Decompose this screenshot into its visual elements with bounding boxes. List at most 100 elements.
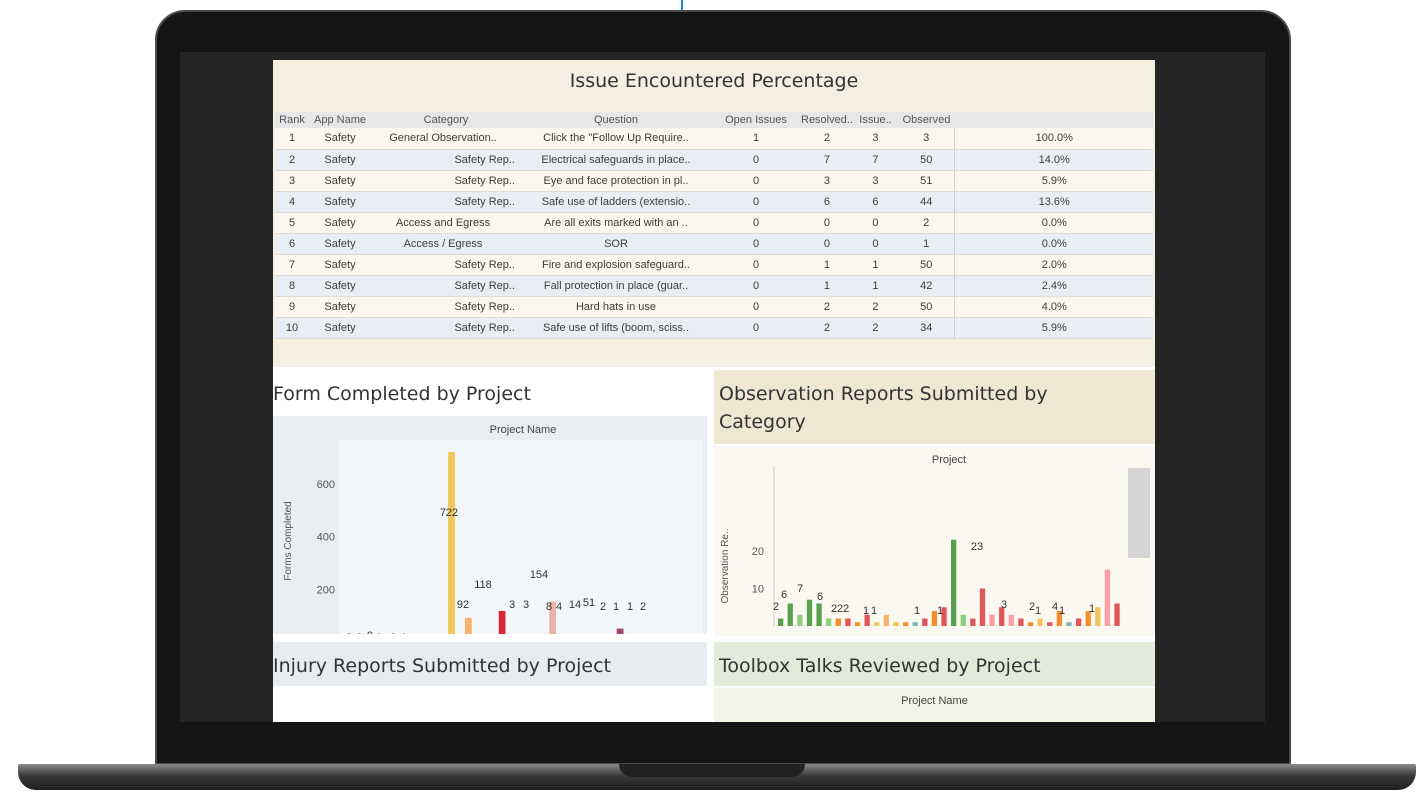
column-header[interactable]: Question xyxy=(521,112,711,128)
bar[interactable] xyxy=(845,618,851,627)
bar[interactable] xyxy=(902,622,909,626)
table-cell-category: Safety Rep.. xyxy=(371,275,521,297)
table-row[interactable]: 2 Safety Safety Rep.. Electrical safeguards… xyxy=(275,149,1153,171)
table-cell-question: Are all exits marked with an .. xyxy=(521,212,711,234)
data-label: 92 xyxy=(457,599,469,611)
column-header[interactable]: Observed xyxy=(897,112,955,128)
bar[interactable] xyxy=(1075,618,1082,627)
y-tick-label: 200 xyxy=(317,584,335,596)
column-header[interactable]: Open Issues xyxy=(711,112,801,128)
column-header[interactable]: Rank xyxy=(275,112,309,128)
data-label: 4 xyxy=(556,601,562,613)
table-row[interactable]: 6 Safety Access / Egress SOR 0 0 0 1 0.0% xyxy=(275,233,1153,255)
bar[interactable] xyxy=(616,628,624,634)
column-header[interactable] xyxy=(954,112,1153,128)
bar[interactable] xyxy=(1095,607,1101,626)
table-cell-observed: 50 xyxy=(897,149,955,171)
data-label: 2 xyxy=(773,601,779,613)
table-cell-pct: 14.0% xyxy=(954,149,1153,171)
y-axis-label: Forms Completed xyxy=(283,501,294,580)
laptop-notch xyxy=(619,764,805,777)
table-cell-category: Safety Rep.. xyxy=(371,254,521,276)
table-cell-rank: 9 xyxy=(275,296,309,318)
table-cell-pct: 2.0% xyxy=(954,254,1153,276)
y-axis-label: Observation Re.. xyxy=(720,528,731,603)
table-cell-issue: 1 xyxy=(852,275,898,297)
bar[interactable] xyxy=(874,622,880,626)
bar[interactable] xyxy=(922,618,928,627)
observation-chart: 1020Observation Re..26762221111233214111… xyxy=(720,466,1120,636)
table-row[interactable]: 10 Safety Safety Rep.. Safe use of lifts (b… xyxy=(275,317,1153,339)
column-header[interactable]: Category xyxy=(371,112,521,128)
table-cell-open: 0 xyxy=(711,296,801,318)
issue-panel: Issue Encountered Percentage Rank App Nam… xyxy=(273,60,1155,367)
table-row[interactable]: 4 Safety Safety Rep.. Safe use of ladders (… xyxy=(275,191,1153,213)
column-header[interactable]: Issue.. xyxy=(852,112,898,128)
table-cell-rank: 5 xyxy=(275,212,309,234)
bar[interactable] xyxy=(465,617,472,634)
data-label: 2 xyxy=(640,601,646,613)
bar[interactable] xyxy=(1114,603,1120,627)
y-tick-label: 10 xyxy=(752,584,764,596)
table-row[interactable]: 8 Safety Safety Rep.. Fall protection in pl… xyxy=(275,275,1153,297)
data-label: 9 xyxy=(367,630,373,634)
table-cell-issue: 7 xyxy=(852,149,898,171)
table-cell-category: Safety Rep.. xyxy=(371,149,521,171)
table-cell-pct: 0.0% xyxy=(954,212,1153,234)
bar[interactable] xyxy=(797,614,803,626)
table-row[interactable]: 3 Safety Safety Rep.. Eye and face protecti… xyxy=(275,170,1153,192)
column-header[interactable]: App Name xyxy=(309,112,371,128)
table-cell-rank: 2 xyxy=(275,149,309,171)
table-row[interactable]: 9 Safety Safety Rep.. Hard hats in use 0 2 2 50… xyxy=(275,296,1153,318)
table-cell-observed: 51 xyxy=(897,170,955,192)
data-label: 1 xyxy=(401,632,407,634)
table-cell-app: Safety xyxy=(309,233,371,255)
table-row[interactable]: 1 Safety General Observation.. Click the "F… xyxy=(275,128,1153,150)
table-cell-issue: 2 xyxy=(852,317,898,339)
table-cell-issue: 3 xyxy=(852,170,898,192)
bar[interactable] xyxy=(893,622,899,626)
bar[interactable] xyxy=(1018,618,1024,627)
bar[interactable] xyxy=(1008,614,1014,626)
bar[interactable] xyxy=(778,618,784,627)
table-cell-app: Safety xyxy=(309,296,371,318)
bar[interactable] xyxy=(1047,622,1053,626)
data-label: 6 xyxy=(781,589,787,601)
bar[interactable] xyxy=(787,603,793,627)
data-label: 1 xyxy=(1059,605,1065,617)
data-label: 2 xyxy=(843,603,849,615)
bar[interactable] xyxy=(1037,618,1043,627)
bar[interactable] xyxy=(979,588,986,627)
bar[interactable] xyxy=(912,622,918,626)
bar[interactable] xyxy=(989,614,995,626)
data-label: 1 xyxy=(914,605,920,617)
bar[interactable] xyxy=(960,614,966,626)
bar[interactable] xyxy=(835,618,841,627)
bar[interactable] xyxy=(498,610,506,634)
table-cell-resolved: 0 xyxy=(801,233,853,255)
table-row[interactable]: 7 Safety Safety Rep.. Fire and explosion sa… xyxy=(275,254,1153,276)
bar[interactable] xyxy=(883,614,890,626)
bar[interactable] xyxy=(951,539,957,626)
bar[interactable] xyxy=(806,599,813,626)
table-cell-question: Safe use of lifts (boom, sciss.. xyxy=(521,317,711,339)
table-row[interactable]: 5 Safety Access and Egress Are all exits ma… xyxy=(275,212,1153,234)
table-cell-open: 0 xyxy=(711,149,801,171)
table-cell-issue: 2 xyxy=(852,296,898,318)
bar[interactable] xyxy=(448,452,455,634)
data-label: 154 xyxy=(530,569,548,581)
table-cell-app: Safety xyxy=(309,254,371,276)
bar[interactable] xyxy=(1104,569,1111,626)
table-cell-app: Safety xyxy=(309,128,371,150)
bar[interactable] xyxy=(1066,622,1072,626)
bar[interactable] xyxy=(970,618,976,627)
table-cell-category: Safety Rep.. xyxy=(371,191,521,213)
column-header[interactable]: Resolved.. xyxy=(801,112,853,128)
bar[interactable] xyxy=(826,618,832,627)
bar[interactable] xyxy=(816,603,822,627)
bar[interactable] xyxy=(1027,622,1034,626)
table-cell-question: Eye and face protection in pl.. xyxy=(521,170,711,192)
bar[interactable] xyxy=(854,622,861,626)
table-cell-open: 0 xyxy=(711,212,801,234)
table-cell-observed: 50 xyxy=(897,296,955,318)
